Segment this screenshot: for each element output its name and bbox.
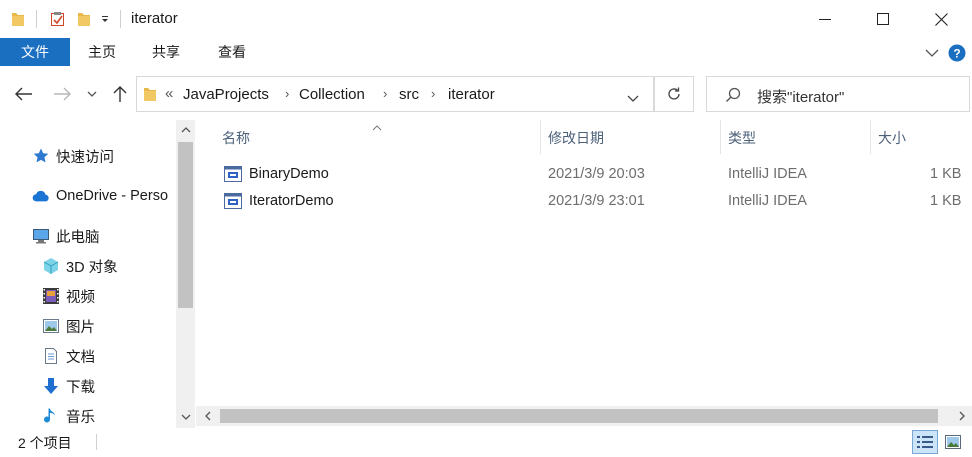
up-arrow-icon[interactable] bbox=[108, 82, 132, 106]
folder-icon bbox=[143, 86, 157, 105]
scroll-right-arrow-icon[interactable] bbox=[952, 406, 972, 426]
divider bbox=[96, 434, 97, 450]
expand-ribbon-chevron-icon[interactable] bbox=[922, 42, 942, 64]
breadcrumb-separator[interactable]: › bbox=[383, 86, 387, 101]
scroll-up-arrow-icon[interactable] bbox=[176, 120, 195, 140]
sidebar-item-label: 音乐 bbox=[66, 409, 95, 426]
tab-share[interactable]: 共享 bbox=[152, 38, 180, 66]
horizontal-scrollbar[interactable] bbox=[196, 406, 972, 426]
breadcrumb-javaprojects[interactable]: JavaProjects bbox=[183, 86, 269, 103]
music-note-icon bbox=[42, 407, 60, 425]
cube-icon bbox=[42, 257, 60, 275]
sort-ascending-icon bbox=[372, 118, 382, 134]
recent-locations-chevron-icon[interactable] bbox=[84, 82, 100, 106]
forward-arrow-icon[interactable] bbox=[50, 82, 74, 106]
tab-view[interactable]: 查看 bbox=[218, 38, 246, 66]
column-divider[interactable] bbox=[870, 120, 871, 154]
address-bar[interactable]: « JavaProjects › Collection › src › iter… bbox=[136, 76, 654, 112]
column-divider[interactable] bbox=[720, 120, 721, 154]
search-icon bbox=[725, 87, 741, 106]
table-row[interactable]: BinaryDemo 2021/3/9 20:03 IntelliJ IDEA … bbox=[222, 163, 972, 187]
maximize-button[interactable] bbox=[854, 0, 912, 38]
large-icons-view-button[interactable] bbox=[940, 430, 966, 454]
thumbnail-view-icon bbox=[945, 435, 961, 449]
breadcrumb-separator[interactable]: › bbox=[431, 86, 435, 101]
file-type: IntelliJ IDEA bbox=[728, 166, 807, 182]
search-placeholder: 搜索"iterator" bbox=[757, 89, 845, 106]
back-arrow-icon[interactable] bbox=[12, 82, 36, 106]
divider bbox=[120, 10, 121, 28]
document-icon bbox=[42, 347, 60, 365]
breadcrumb-src[interactable]: src bbox=[399, 86, 419, 103]
star-icon bbox=[32, 147, 50, 165]
scroll-down-arrow-icon[interactable] bbox=[176, 407, 195, 427]
divider bbox=[36, 10, 37, 28]
window-title: iterator bbox=[131, 10, 178, 27]
file-date: 2021/3/9 20:03 bbox=[548, 166, 645, 182]
file-list: 名称 修改日期 类型 大小 BinaryDemo 2021/3/9 20:03 … bbox=[196, 120, 972, 428]
overflow-crumbs[interactable]: « bbox=[165, 85, 173, 102]
column-header-size[interactable]: 大小 bbox=[878, 128, 906, 148]
breadcrumb-separator[interactable]: › bbox=[285, 86, 289, 101]
file-name: IteratorDemo bbox=[249, 193, 334, 209]
column-header-type[interactable]: 类型 bbox=[728, 128, 756, 148]
sidebar-item-label: 下载 bbox=[66, 379, 95, 396]
breadcrumb-iterator[interactable]: iterator bbox=[448, 86, 495, 103]
sidebar-item-label: 快速访问 bbox=[56, 149, 114, 166]
close-button[interactable] bbox=[912, 0, 970, 38]
file-size: 1 KB bbox=[930, 166, 962, 182]
new-folder-icon[interactable] bbox=[76, 9, 92, 29]
details-view-icon bbox=[917, 436, 933, 448]
cloud-icon bbox=[32, 187, 50, 205]
tab-home[interactable]: 主页 bbox=[88, 38, 116, 66]
sidebar-item-label: 图片 bbox=[66, 319, 95, 336]
ribbon: 文件 主页 共享 查看 ? bbox=[0, 38, 972, 68]
column-divider[interactable] bbox=[540, 120, 541, 154]
intellij-file-icon bbox=[224, 193, 242, 212]
file-type: IntelliJ IDEA bbox=[728, 193, 807, 209]
navigation-bar: « JavaProjects › Collection › src › iter… bbox=[0, 68, 972, 120]
status-bar: 2 个项目 bbox=[0, 428, 972, 457]
file-date: 2021/3/9 23:01 bbox=[548, 193, 645, 209]
download-arrow-icon bbox=[42, 377, 60, 395]
search-box[interactable]: 搜索"iterator" bbox=[706, 76, 970, 112]
customize-toolbar-dropdown-icon[interactable] bbox=[98, 9, 112, 29]
minimize-button[interactable] bbox=[796, 0, 854, 38]
file-name: BinaryDemo bbox=[249, 166, 329, 182]
refresh-icon bbox=[668, 87, 680, 100]
sidebar-item-label: 视频 bbox=[66, 289, 95, 306]
item-count: 2 个项目 bbox=[18, 435, 72, 451]
computer-icon bbox=[32, 227, 50, 245]
address-history-chevron-icon[interactable] bbox=[627, 90, 639, 106]
intellij-file-icon bbox=[224, 166, 242, 185]
sidebar-item-label: 此电脑 bbox=[56, 229, 100, 246]
sidebar-item-label: 3D 对象 bbox=[66, 259, 118, 276]
sidebar-vertical-scrollbar[interactable] bbox=[176, 120, 195, 428]
file-size: 1 KB bbox=[930, 193, 962, 209]
sidebar-item-label: 文档 bbox=[66, 349, 95, 366]
properties-checkmark-icon[interactable] bbox=[48, 9, 68, 29]
sidebar-item-label: OneDrive - Perso bbox=[56, 188, 169, 204]
tab-file[interactable]: 文件 bbox=[0, 38, 70, 66]
folder-icon bbox=[10, 9, 26, 29]
table-row[interactable]: IteratorDemo 2021/3/9 23:01 IntelliJ IDE… bbox=[222, 190, 972, 214]
column-header-date-modified[interactable]: 修改日期 bbox=[548, 128, 604, 148]
scrollbar-thumb[interactable] bbox=[178, 142, 193, 308]
navigation-pane: 快速访问 OneDrive - Perso 此电脑 3D 对象 视频 图片 文档… bbox=[0, 120, 196, 428]
details-view-button[interactable] bbox=[912, 430, 938, 454]
help-icon[interactable]: ? bbox=[946, 42, 968, 64]
breadcrumb-collection[interactable]: Collection bbox=[299, 86, 365, 103]
title-bar: iterator bbox=[0, 0, 972, 38]
picture-icon bbox=[42, 317, 60, 335]
column-header-name[interactable]: 名称 bbox=[222, 128, 250, 148]
refresh-button[interactable] bbox=[654, 76, 694, 112]
scrollbar-thumb[interactable] bbox=[220, 409, 938, 423]
film-icon bbox=[42, 287, 60, 305]
svg-text:?: ? bbox=[953, 47, 960, 61]
scroll-left-arrow-icon[interactable] bbox=[198, 406, 218, 426]
